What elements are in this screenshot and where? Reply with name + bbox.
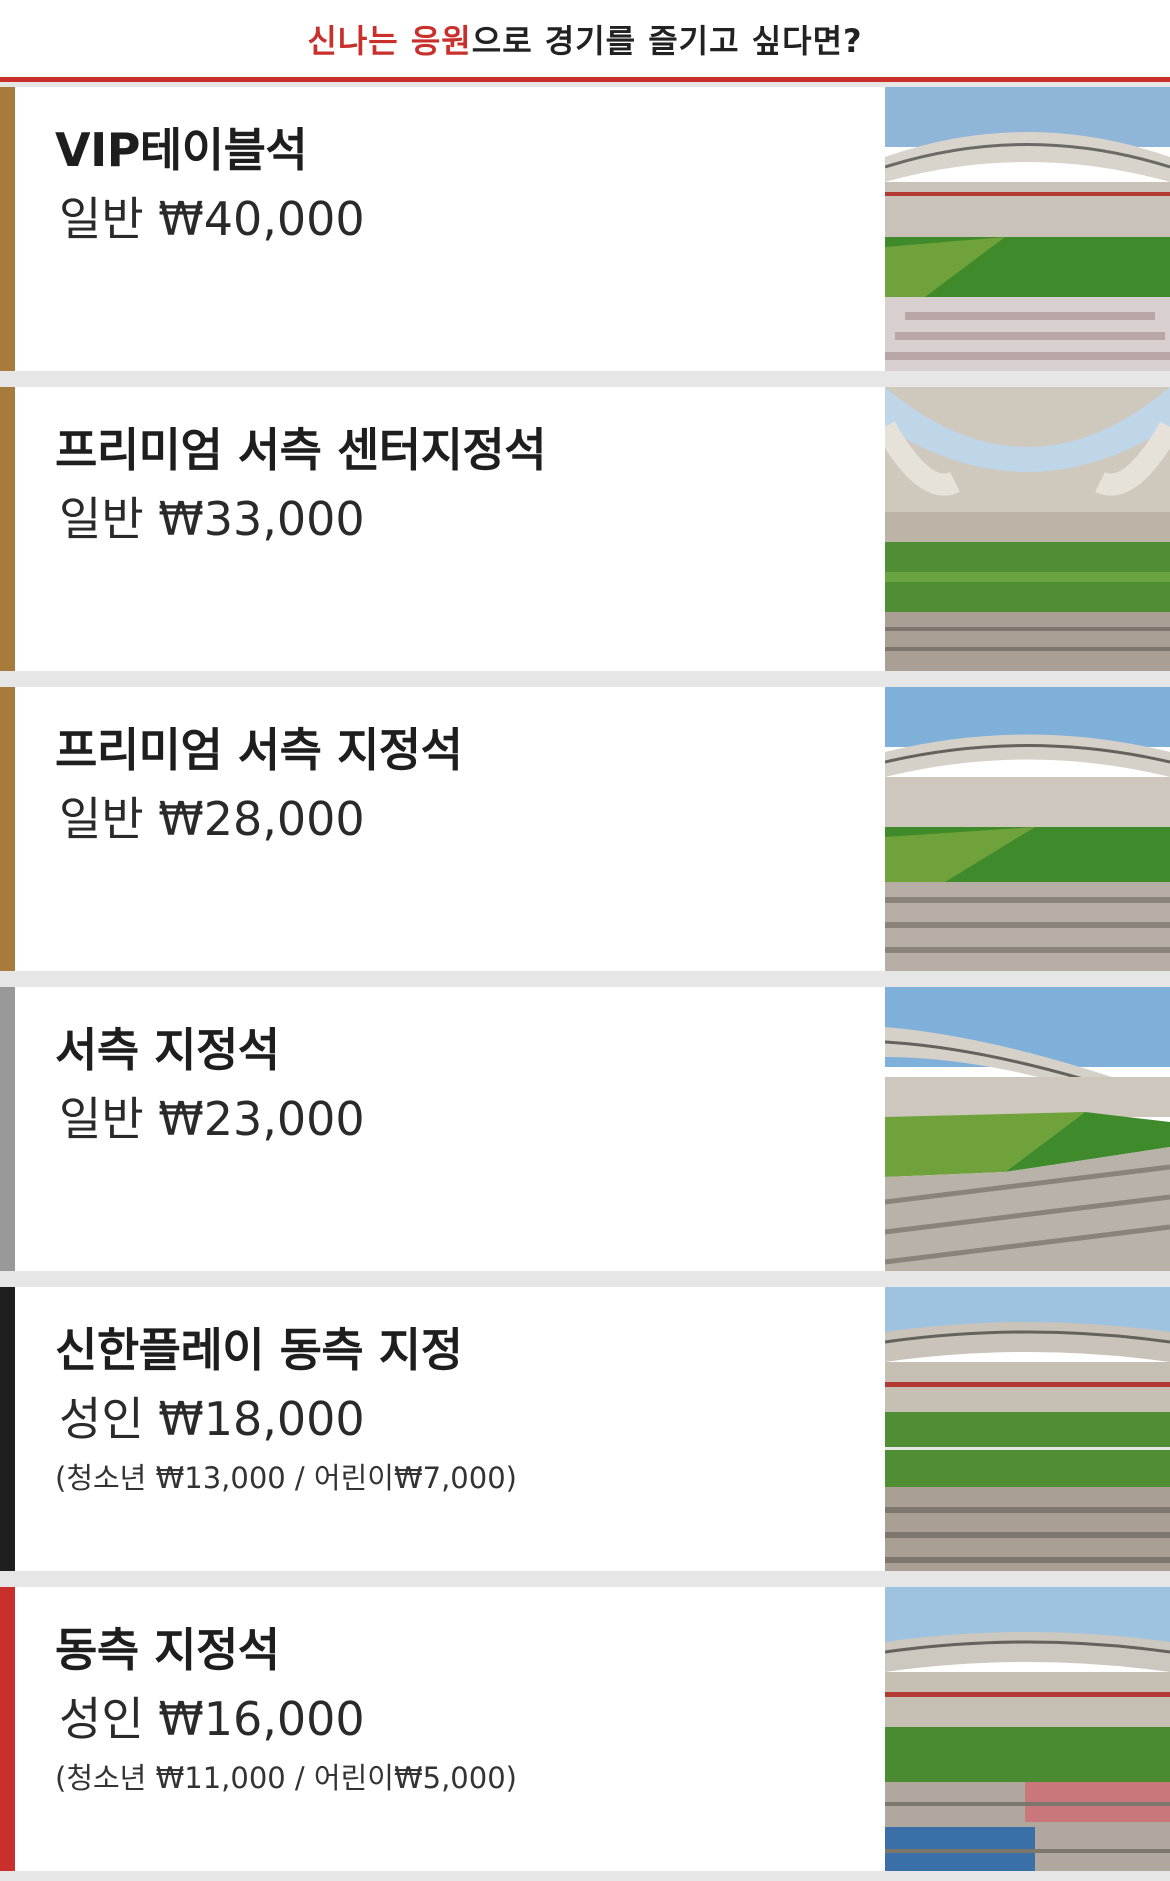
stadium-photo bbox=[885, 687, 1170, 971]
seat-color-bar bbox=[0, 387, 15, 671]
seat-card-shinhan-east[interactable]: 신한플레이 동측 지정 성인 ₩18,000 (청소년 ₩13,000 / 어린… bbox=[0, 1287, 1170, 1571]
seat-price: 일반 ₩33,000 bbox=[59, 492, 365, 547]
stadium-photo bbox=[885, 987, 1170, 1271]
seat-name: 서측 지정석 bbox=[55, 1023, 280, 1077]
seat-info: 프리미엄 서측 지정석 일반 ₩28,000 bbox=[15, 687, 885, 971]
stadium-image bbox=[885, 387, 1170, 671]
seat-price: 일반 ₩28,000 bbox=[59, 792, 365, 847]
page-header: 신나는 응원으로 경기를 즐기고 싶다면? bbox=[0, 0, 1170, 82]
seat-price: 성인 ₩18,000 bbox=[59, 1392, 365, 1447]
seat-card-west[interactable]: 서측 지정석 일반 ₩23,000 bbox=[0, 987, 1170, 1271]
page-title: 신나는 응원으로 경기를 즐기고 싶다면? bbox=[307, 16, 862, 62]
seat-color-bar bbox=[0, 87, 15, 371]
seat-card-premium-west[interactable]: 프리미엄 서측 지정석 일반 ₩28,000 bbox=[0, 687, 1170, 971]
seat-info: VIP테이블석 일반 ₩40,000 bbox=[15, 87, 885, 371]
seat-name: 프리미엄 서측 지정석 bbox=[55, 723, 463, 777]
seat-name: 동측 지정석 bbox=[55, 1623, 280, 1677]
seat-name: 신한플레이 동측 지정 bbox=[55, 1323, 463, 1377]
seat-card-east[interactable]: 동측 지정석 성인 ₩16,000 (청소년 ₩11,000 / 어린이₩5,0… bbox=[0, 1587, 1170, 1871]
stadium-image bbox=[885, 1287, 1170, 1571]
stadium-photo bbox=[885, 1587, 1170, 1871]
stadium-image bbox=[885, 987, 1170, 1271]
title-accent: 신나는 응원 bbox=[307, 21, 472, 60]
seat-price: 일반 ₩40,000 bbox=[59, 192, 365, 247]
seat-card-vip-table[interactable]: VIP테이블석 일반 ₩40,000 bbox=[0, 87, 1170, 371]
title-rest: 으로 경기를 즐기고 싶다면? bbox=[471, 21, 863, 60]
seat-sub-price: (청소년 ₩13,000 / 어린이₩7,000) bbox=[55, 1461, 517, 1496]
seat-color-bar bbox=[0, 1587, 15, 1871]
stadium-image bbox=[885, 1587, 1170, 1871]
seat-info: 서측 지정석 일반 ₩23,000 bbox=[15, 987, 885, 1271]
seat-info: 신한플레이 동측 지정 성인 ₩18,000 (청소년 ₩13,000 / 어린… bbox=[15, 1287, 885, 1571]
seat-card-premium-west-center[interactable]: 프리미엄 서측 센터지정석 일반 ₩33,000 bbox=[0, 387, 1170, 671]
seat-info: 동측 지정석 성인 ₩16,000 (청소년 ₩11,000 / 어린이₩5,0… bbox=[15, 1587, 885, 1871]
stadium-image bbox=[885, 87, 1170, 371]
stadium-photo bbox=[885, 87, 1170, 371]
seat-price: 성인 ₩16,000 bbox=[59, 1692, 365, 1747]
seat-info: 프리미엄 서측 센터지정석 일반 ₩33,000 bbox=[15, 387, 885, 671]
seat-sub-price: (청소년 ₩11,000 / 어린이₩5,000) bbox=[55, 1761, 517, 1796]
seat-price: 일반 ₩23,000 bbox=[59, 1092, 365, 1147]
stadium-photo bbox=[885, 1287, 1170, 1571]
stadium-image bbox=[885, 687, 1170, 971]
stadium-photo bbox=[885, 387, 1170, 671]
seat-color-bar bbox=[0, 1287, 15, 1571]
seat-name: 프리미엄 서측 센터지정석 bbox=[55, 423, 547, 477]
seat-color-bar bbox=[0, 987, 15, 1271]
seat-color-bar bbox=[0, 687, 15, 971]
seat-name: VIP테이블석 bbox=[55, 123, 308, 177]
